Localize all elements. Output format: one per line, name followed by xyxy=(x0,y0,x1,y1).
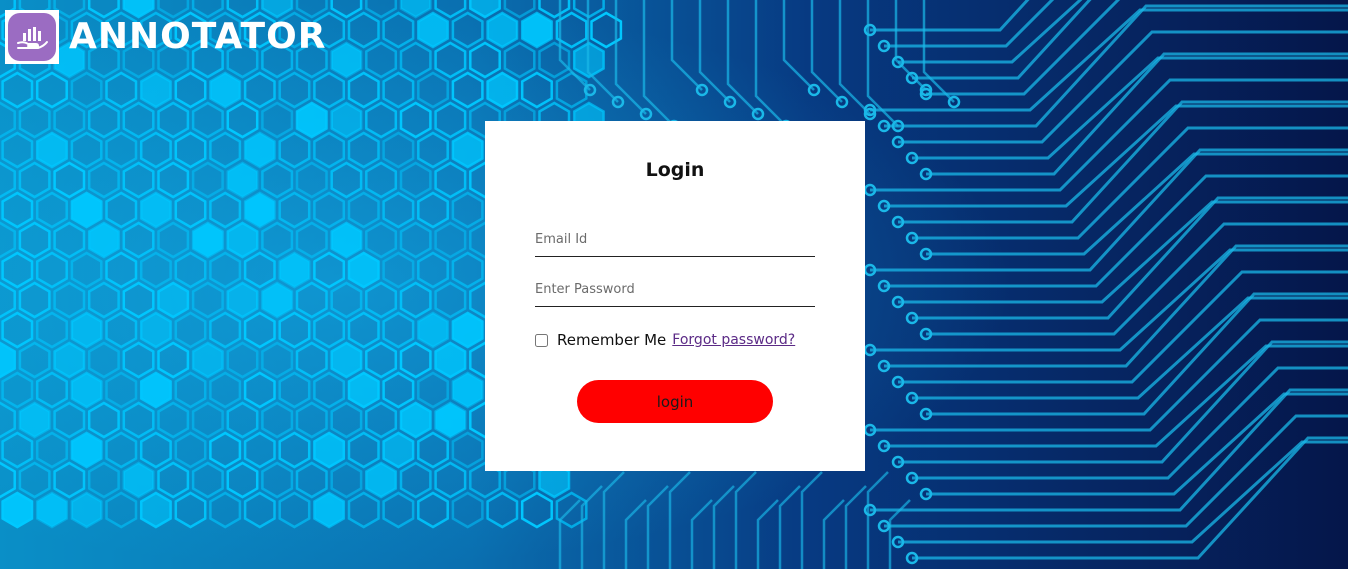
bg-hexagon xyxy=(295,101,328,139)
bg-hexagon xyxy=(226,281,259,319)
bg-hexagon xyxy=(434,401,467,439)
bg-hexagon xyxy=(139,371,172,409)
bg-hexagon xyxy=(226,161,259,199)
bg-hexagon xyxy=(70,431,103,469)
remember-me-label[interactable]: Remember Me xyxy=(557,331,666,349)
login-title: Login xyxy=(645,159,705,181)
bg-hexagon xyxy=(417,11,449,49)
bg-hexagon xyxy=(261,281,294,319)
chart-hand-icon xyxy=(8,13,56,61)
app-logo xyxy=(5,10,59,64)
bg-hexagon xyxy=(486,71,519,109)
bg-hexagon xyxy=(330,41,363,79)
bg-hexagon xyxy=(226,221,259,259)
bg-hexagon xyxy=(330,101,363,139)
password-field[interactable] xyxy=(535,273,815,307)
bg-hexagon xyxy=(330,221,363,259)
bg-hexagon xyxy=(243,131,276,169)
bg-hexagon xyxy=(139,71,172,109)
bg-hexagon xyxy=(347,251,380,289)
bg-hexagon xyxy=(313,431,346,469)
bg-hexagon xyxy=(417,311,449,349)
bg-hexagon xyxy=(278,251,311,289)
bg-hexagon xyxy=(191,221,224,259)
bg-hexagon xyxy=(434,341,467,379)
bg-hexagon xyxy=(486,11,519,49)
remember-me-checkbox[interactable] xyxy=(535,333,548,347)
bg-hexagon xyxy=(18,401,51,439)
email-field[interactable] xyxy=(535,223,815,257)
bg-hexagon xyxy=(330,341,363,379)
bg-hexagon xyxy=(399,401,432,439)
bg-hexagon xyxy=(191,341,224,379)
login-button[interactable]: login xyxy=(577,380,773,423)
bg-hexagon xyxy=(139,311,172,349)
bg-hexagon xyxy=(122,461,155,499)
bg-hexagon xyxy=(365,461,398,499)
bg-hexagon xyxy=(347,371,380,409)
bg-hexagon xyxy=(53,341,86,379)
bg-hexagon xyxy=(243,191,276,229)
bg-hexagon xyxy=(70,311,103,349)
bg-hexagon xyxy=(313,491,346,529)
bg-hexagon xyxy=(70,371,103,409)
bg-hexagon xyxy=(451,131,484,169)
bg-hexagon xyxy=(139,491,172,529)
forgot-password-link[interactable]: Forgot password? xyxy=(672,332,795,348)
bg-hexagon xyxy=(382,431,415,469)
bg-hexagon xyxy=(520,11,553,49)
bg-hexagon xyxy=(139,191,172,229)
app-name: ANNOTATOR xyxy=(69,16,327,57)
login-card: Login Remember Me Forgot password? login xyxy=(485,121,865,471)
bg-hexagon xyxy=(451,311,484,349)
bg-hexagon xyxy=(87,221,120,259)
bg-hexagon xyxy=(70,191,103,229)
bg-hexagon xyxy=(70,491,103,529)
bg-hexagon xyxy=(209,71,242,109)
bg-hexagon xyxy=(157,281,190,319)
bg-hexagon xyxy=(451,371,484,409)
remember-row: Remember Me Forgot password? xyxy=(535,329,815,351)
brand-header: ANNOTATOR xyxy=(5,10,326,64)
bg-hexagon xyxy=(35,491,68,529)
bg-hexagon xyxy=(1,491,34,529)
bg-hexagon xyxy=(35,131,68,169)
